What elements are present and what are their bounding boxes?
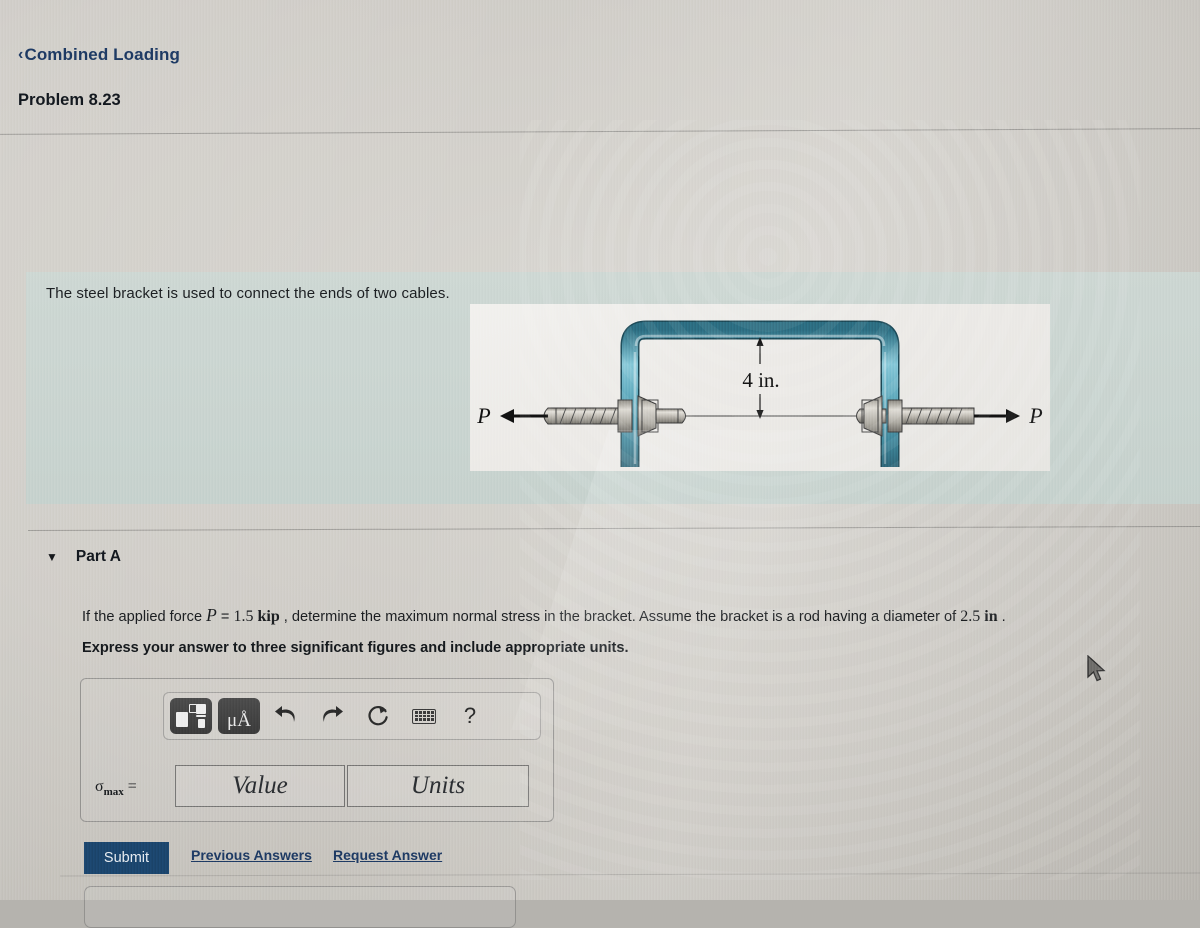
keyboard-button[interactable]	[404, 698, 444, 734]
question-eq: =	[216, 609, 234, 625]
diameter-value: 2.5	[960, 608, 985, 625]
breadcrumb-label: Combined Loading	[24, 45, 180, 64]
equation-toolbar: μÅ ?	[163, 692, 541, 740]
undo-icon	[275, 706, 295, 722]
force-unit: kip	[257, 608, 280, 625]
submit-button[interactable]: Submit	[84, 842, 169, 874]
bracket-figure: 4 in. P P	[476, 320, 1043, 467]
diameter-unit: in	[984, 608, 998, 625]
left-cable-assembly: P	[476, 395, 686, 437]
problem-statement-text: The steel bracket is used to connect the…	[46, 285, 450, 302]
sigma-subscript: max	[103, 786, 124, 799]
question-pre: If the applied force	[82, 609, 207, 625]
units-placeholder: Units	[410, 772, 466, 799]
question-text: If the applied force P = 1.5 kip , deter…	[82, 605, 1006, 626]
units-button[interactable]: μÅ	[218, 698, 260, 734]
equals-sign: =	[127, 778, 137, 795]
chevron-down-icon: ▼	[46, 550, 58, 564]
undo-button[interactable]	[266, 698, 306, 734]
figure-plate: 4 in. P P	[470, 304, 1050, 471]
force-label-left: P	[476, 403, 490, 428]
answer-symbol-label: σmax =	[95, 778, 137, 798]
mastering-physics-page: ‹ Combined Loading Problem 8.23 The stee…	[0, 0, 1200, 928]
part-a-divider	[28, 525, 1200, 532]
back-chevron-icon: ‹	[18, 46, 24, 63]
previous-answers-link[interactable]: Previous Answers	[191, 847, 312, 863]
value-placeholder: Value	[232, 772, 288, 799]
force-label-right: P	[1028, 403, 1042, 428]
keyboard-icon	[412, 708, 436, 724]
breadcrumb[interactable]: ‹ Combined Loading	[18, 45, 180, 65]
header-divider	[0, 128, 1200, 135]
reset-button[interactable]	[358, 698, 398, 734]
footer-divider	[60, 872, 1200, 877]
template-button[interactable]	[170, 698, 212, 734]
units-input[interactable]: Units	[347, 765, 529, 807]
help-button[interactable]: ?	[450, 698, 490, 734]
page-title: Problem 8.23	[18, 91, 121, 109]
redo-icon	[323, 706, 343, 722]
reset-icon	[368, 705, 388, 726]
force-value: 1.5	[233, 608, 258, 625]
mouse-cursor	[1087, 655, 1106, 682]
part-a-toggle[interactable]: ▼ Part A	[46, 548, 121, 566]
part-a-label: Part A	[75, 548, 121, 565]
sigma-glyph: σ	[95, 778, 104, 795]
force-symbol: P	[206, 605, 217, 625]
request-answer-link[interactable]: Request Answer	[333, 847, 442, 863]
question-mid: , determine the maximum normal stress in…	[279, 609, 961, 625]
redo-button[interactable]	[312, 698, 352, 734]
value-input[interactable]: Value	[175, 765, 345, 807]
micro-angstrom-icon: μÅ	[227, 709, 251, 731]
next-part-panel	[84, 886, 516, 928]
answer-instruction: Express your answer to three significant…	[82, 640, 629, 656]
template-icon	[176, 703, 206, 729]
question-mark-icon: ?	[463, 703, 477, 728]
dimension-label-4in: 4 in.	[742, 368, 779, 392]
question-end: .	[997, 609, 1006, 625]
